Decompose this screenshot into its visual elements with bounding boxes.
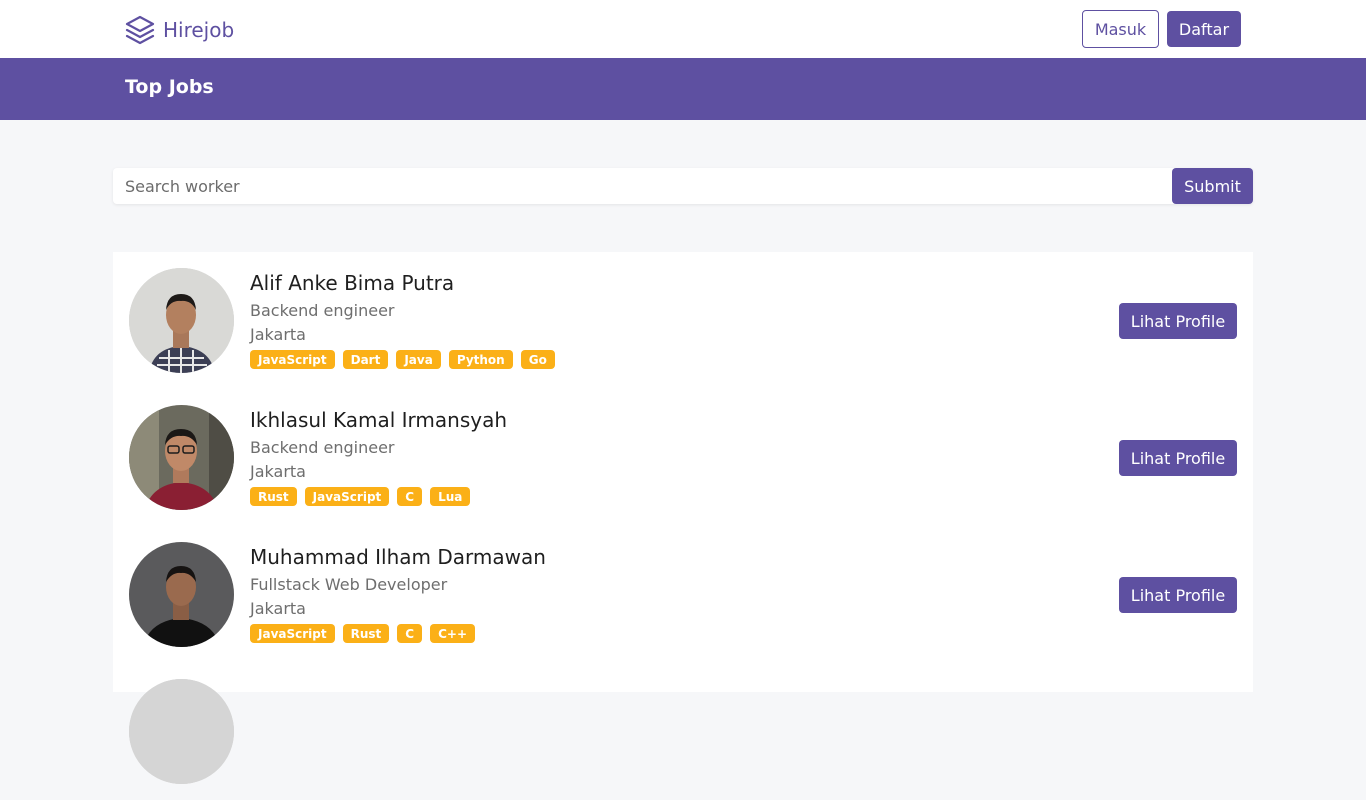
skill-badge: JavaScript — [304, 487, 390, 506]
skill-badge: Go — [520, 350, 555, 369]
brand-link[interactable]: Hirejob — [124, 14, 234, 46]
worker-list: Alif Anke Bima Putra Backend engineer Ja… — [113, 252, 1253, 784]
worker-job: Backend engineer — [250, 301, 395, 320]
brand-name: Hirejob — [163, 18, 235, 42]
worker-job: Fullstack Web Developer — [250, 575, 448, 594]
worker-location: Jakarta — [250, 462, 306, 481]
skill-badge: Rust — [342, 624, 390, 643]
page-title: Top Jobs — [125, 76, 214, 98]
skill-badge: Rust — [250, 487, 297, 506]
worker-name: Muhammad Ilham Darmawan — [250, 545, 546, 569]
skill-badge: C — [397, 487, 423, 506]
search-input[interactable] — [113, 168, 1173, 204]
skill-badge: Dart — [342, 350, 389, 369]
skill-badge: JavaScript — [250, 624, 335, 643]
layers-logo-icon — [125, 15, 155, 45]
worker-location: Jakarta — [250, 599, 306, 618]
skill-list: Rust JavaScript C Lua — [250, 487, 471, 506]
skill-badge: C — [397, 624, 423, 643]
skill-badge: C++ — [430, 624, 476, 643]
navbar: Hirejob Masuk Daftar — [0, 0, 1366, 58]
worker-name: Alif Anke Bima Putra — [250, 271, 455, 295]
skill-list: JavaScript Dart Java Python Go — [250, 350, 555, 369]
avatar — [129, 405, 234, 510]
skill-badge: JavaScript — [250, 350, 335, 369]
search-bar: Submit — [113, 168, 1253, 204]
worker-card: Alif Anke Bima Putra Backend engineer Ja… — [113, 252, 1253, 389]
register-button[interactable]: Daftar — [1167, 11, 1241, 47]
worker-card — [113, 663, 1253, 800]
worker-name: Ikhlasul Kamal Irmansyah — [250, 408, 508, 432]
view-profile-button[interactable]: Lihat Profile — [1119, 303, 1237, 339]
login-button[interactable]: Masuk — [1082, 10, 1159, 48]
view-profile-button[interactable]: Lihat Profile — [1119, 577, 1237, 613]
skill-list: JavaScript Rust C C++ — [250, 624, 476, 643]
worker-card: Ikhlasul Kamal Irmansyah Backend enginee… — [113, 389, 1253, 526]
avatar — [129, 679, 234, 784]
top-jobs-banner: Top Jobs — [0, 58, 1366, 120]
skill-badge: Java — [396, 350, 441, 369]
worker-card: Muhammad Ilham Darmawan Fullstack Web De… — [113, 526, 1253, 663]
worker-job: Backend engineer — [250, 438, 395, 457]
worker-location: Jakarta — [250, 325, 306, 344]
skill-badge: Python — [448, 350, 513, 369]
view-profile-button[interactable]: Lihat Profile — [1119, 440, 1237, 476]
avatar — [129, 268, 234, 373]
avatar — [129, 542, 234, 647]
skill-badge: Lua — [430, 487, 471, 506]
search-submit-button[interactable]: Submit — [1172, 168, 1253, 204]
